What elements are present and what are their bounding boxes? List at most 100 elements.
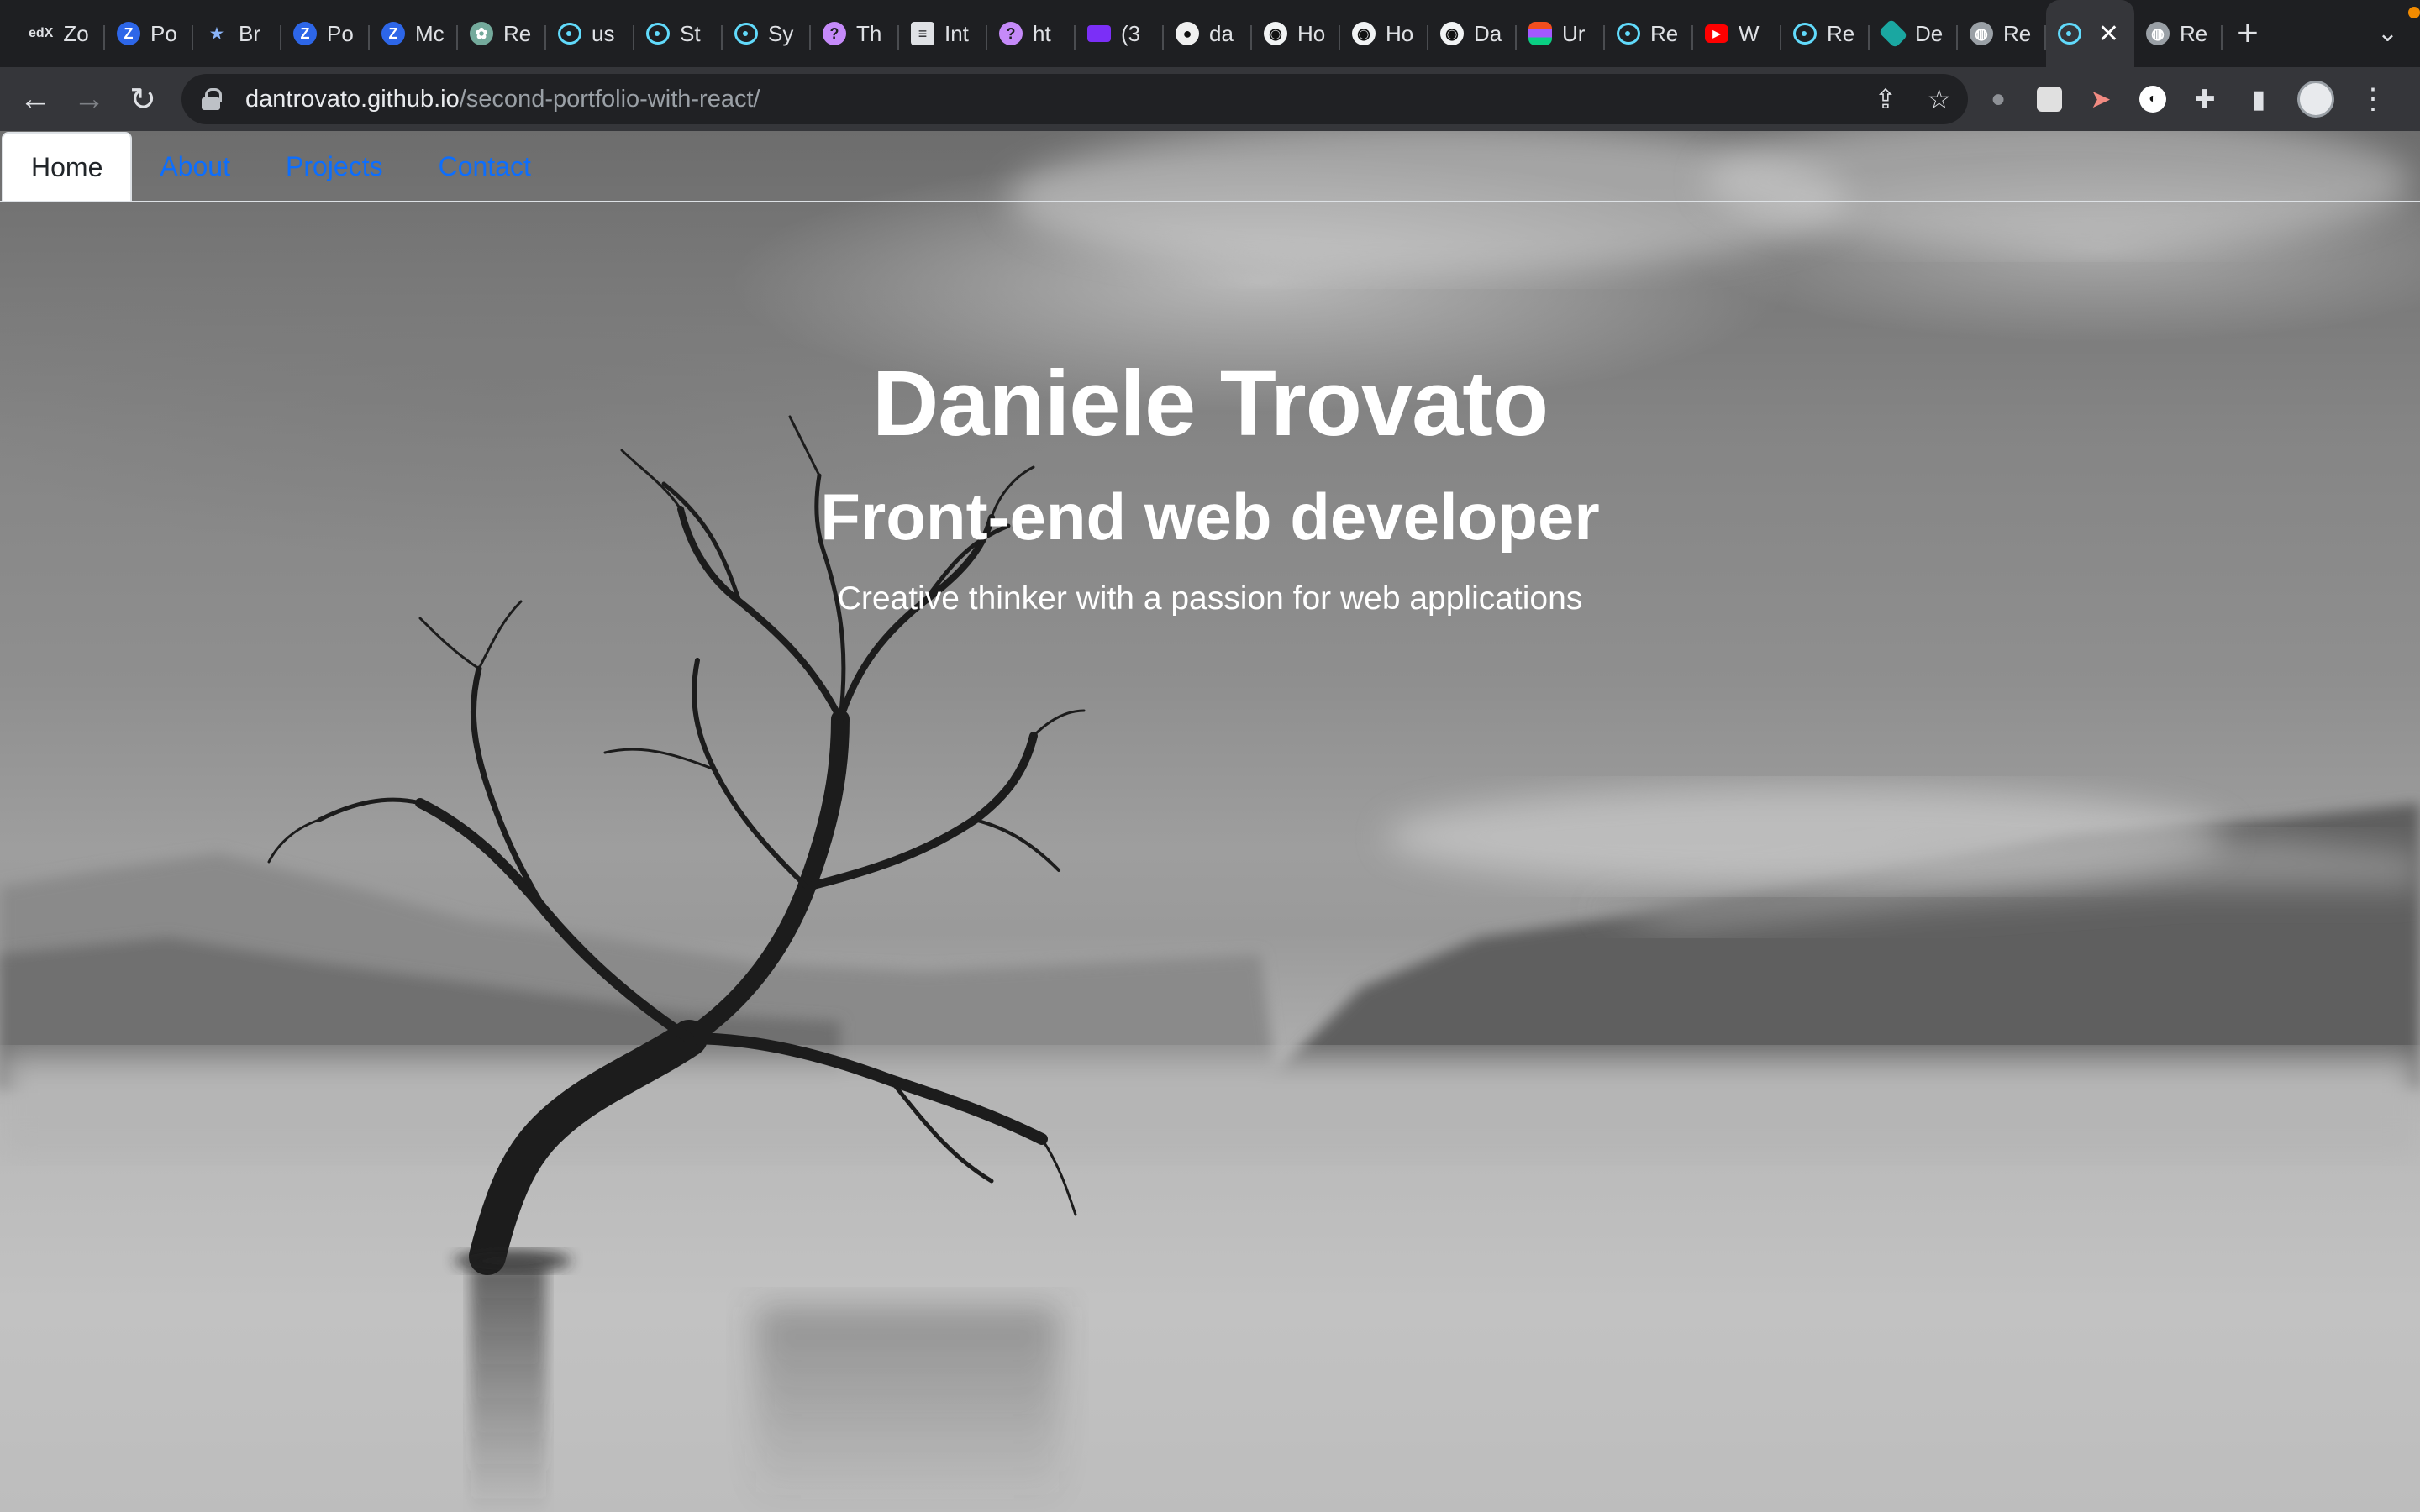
hero-tagline: Creative thinker with a passion for web … [837,580,1583,617]
browser-tab-title: St [680,20,701,46]
browser-tab[interactable]: Z Mc [370,0,458,67]
url-path: /second-portfolio-with-react/ [459,85,760,113]
browser-tab[interactable]: ◉ Ho [1340,0,1428,67]
lock-icon[interactable] [202,88,222,110]
browser-tab-title: us [592,20,615,46]
browser-tab-title: Po [150,20,177,46]
browser-tab[interactable]: ? Th [811,0,899,67]
browser-tab-title: Zo [63,20,89,46]
document-icon: ≡ [911,22,934,45]
browser-tab-title: Ho [1386,20,1414,46]
site-nav-tabs: Home About Projects Contact [0,131,2420,202]
extensions-puzzle-icon[interactable]: ✚ [2190,84,2220,114]
browser-tab[interactable]: Z Po [281,0,370,67]
browser-tab[interactable]: edX Zo [17,0,105,67]
react-icon [646,23,670,45]
youtube-icon: ▶ [1705,24,1728,43]
tab-search-chevron-icon[interactable]: ⌄ [2377,18,2398,48]
browser-tab-title: Po [327,20,354,46]
extension-arrow-icon[interactable]: ➤ [2086,84,2116,114]
back-button[interactable]: ← [8,72,62,126]
zoom-icon: Z [117,22,140,45]
zoom-icon: Z [293,22,317,45]
nav-link-projects[interactable]: Projects [258,132,411,201]
browser-tab[interactable]: ✿ Re [458,0,546,67]
extension-circle-icon[interactable]: ◐ [2139,86,2166,113]
browser-tab[interactable]: us [546,0,634,67]
browser-tab[interactable]: De [1870,0,1958,67]
close-tab-icon[interactable]: ✕ [2098,19,2119,49]
browser-tab-title: Re [1650,20,1679,46]
browser-tab[interactable]: Re [1781,0,1870,67]
star-icon: ★ [209,24,224,42]
browser-tab[interactable]: Re [1605,0,1693,67]
browser-tab[interactable]: ◍ Re [1958,0,2046,67]
chatgpt-icon: ✿ [470,22,493,45]
bookmark-star-icon[interactable]: ☆ [1927,83,1951,115]
browser-tab-active[interactable]: ✕ [2046,0,2134,67]
extension-camera-icon[interactable] [2037,87,2062,112]
edx-icon: edX [29,26,54,40]
new-tab-button[interactable]: + [2223,0,2273,67]
nav-link-contact[interactable]: Contact [411,132,559,201]
question-icon: ? [999,22,1023,45]
browser-tab[interactable]: ◉ Ho [1252,0,1340,67]
recording-indicator-icon [2408,7,2420,18]
react-icon [558,23,581,45]
browser-toolbar: ← → ↻ dantrovato.github.io/second-portfo… [0,67,2420,131]
browser-tab[interactable]: ◉ Da [1428,0,1517,67]
extension-mic-icon[interactable]: ● [1983,84,2013,114]
globe-icon: ◍ [2146,22,2170,45]
browser-tab[interactable]: Sy [723,0,811,67]
browser-tab[interactable]: ★ Br [193,0,281,67]
profile-avatar[interactable] [2297,81,2334,118]
browser-tab[interactable]: ▶ W [1693,0,1781,67]
extensions-area: ● ➤ ◐ ✚ ▮ ⋮ [1983,67,2388,131]
browser-tab[interactable]: ● da [1164,0,1252,67]
browser-tab[interactable]: St [634,0,723,67]
nav-link-home[interactable]: Home [2,132,133,201]
browser-tab-title: da [1209,20,1234,46]
hero-name: Daniele Trovato [871,352,1549,455]
browser-menu-icon[interactable]: ⋮ [2358,83,2388,115]
browser-tab-title: Re [1827,20,1855,46]
github-icon: ● [1176,22,1199,45]
react-icon [1793,23,1817,45]
browser-tab-title: Re [2180,20,2208,46]
tab-list: edX Zo Z Po ★ Br Z Po Z Mc ✿ Re us St Sy ? Th ≡ Int? ht (3 ● d… [0,0,2223,67]
url-host: dantrovato.github.io [245,85,460,113]
browser-tab-title: W [1739,20,1760,46]
browser-tab[interactable]: ≡ Int [899,0,987,67]
address-bar[interactable]: dantrovato.github.io/second-portfolio-wi… [182,74,1968,124]
share-icon[interactable]: ⇪ [1875,83,1897,115]
browser-tab-title: Ur [1562,20,1586,46]
forward-button[interactable]: → [62,72,116,126]
omnibox-actions: ⇪ ☆ [1875,74,1952,124]
page-viewport: Home About Projects Contact Daniele Trov… [0,131,2420,1512]
browser-tab[interactable]: ? ht [987,0,1076,67]
diamond-icon [1878,18,1908,49]
browser-tab-title: De [1915,20,1944,46]
browser-tab-title: Da [1474,20,1502,46]
browser-tab-strip: edX Zo Z Po ★ Br Z Po Z Mc ✿ Re us St Sy ? Th ≡ Int? ht (3 ● d… [0,0,2420,67]
browser-tab-title: Re [503,20,532,46]
shield-icon: ◉ [1440,22,1464,45]
browser-tab-title: Br [239,20,260,46]
nav-link-about[interactable]: About [132,132,258,201]
browser-tab-title: Sy [768,20,794,46]
shield-icon: ◉ [1264,22,1287,45]
hero-background-image [0,131,2420,1512]
mail-icon [1087,25,1111,42]
side-panel-icon[interactable]: ▮ [2244,84,2274,114]
url-text[interactable]: dantrovato.github.io/second-portfolio-wi… [245,86,760,113]
zoom-icon: Z [381,22,405,45]
figma-icon [1528,22,1552,45]
browser-tab[interactable]: Ur [1517,0,1605,67]
reload-button[interactable]: ↻ [116,72,170,126]
react-icon [2058,23,2081,45]
browser-tab[interactable]: ◍ Re [2134,0,2223,67]
browser-tab-title: Mc [415,20,445,46]
browser-tab[interactable]: (3 [1076,0,1164,67]
browser-tab[interactable]: Z Po [105,0,193,67]
browser-tab-title: Re [2003,20,2032,46]
